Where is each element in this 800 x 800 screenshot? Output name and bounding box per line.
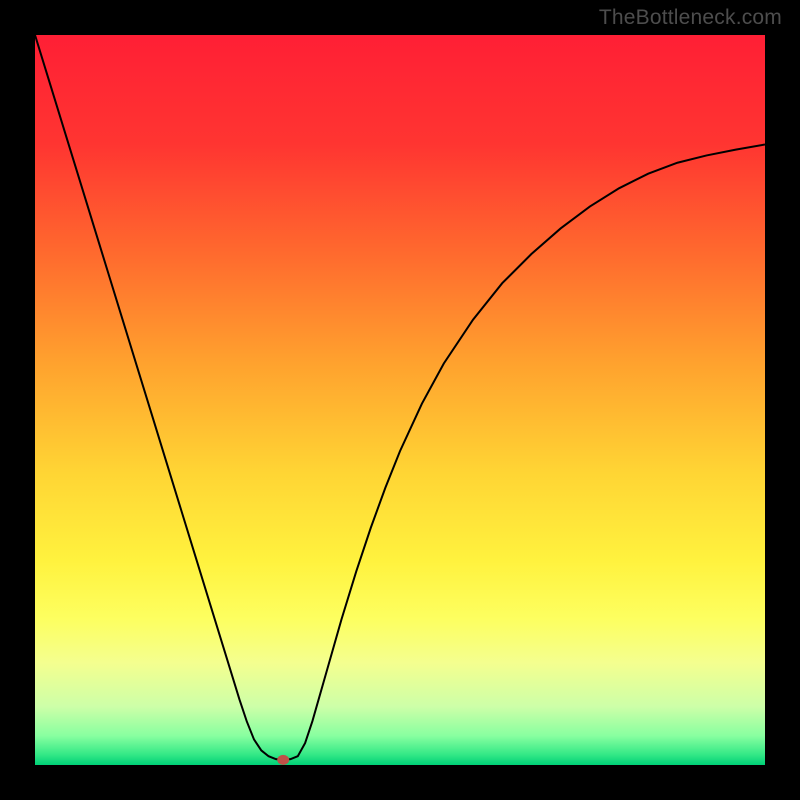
chart-svg	[35, 35, 765, 765]
chart-frame: TheBottleneck.com	[0, 0, 800, 800]
plot-area	[35, 35, 765, 765]
chart-background-rect	[35, 35, 765, 765]
optimal-point-marker	[277, 755, 289, 765]
watermark-text: TheBottleneck.com	[599, 6, 782, 30]
